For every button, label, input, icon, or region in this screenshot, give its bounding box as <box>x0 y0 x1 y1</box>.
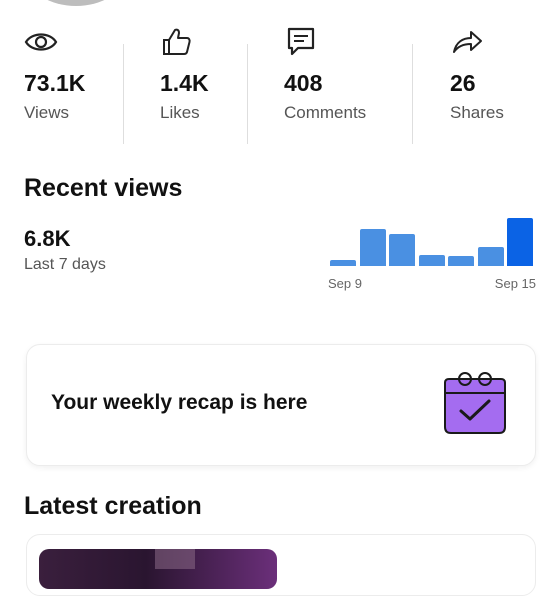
stat-label: Likes <box>160 103 200 122</box>
chart-bar <box>359 229 386 266</box>
stat-comments[interactable]: 408 Comments <box>284 20 394 126</box>
stat-value: 408 <box>284 70 323 96</box>
avatar <box>28 0 124 6</box>
stats-row: 73.1K Views 1.4K Likes 408 Comments 26 S… <box>0 20 560 144</box>
stat-label: Views <box>24 103 70 122</box>
chart-bar <box>448 256 474 266</box>
divider <box>247 44 248 144</box>
divider <box>412 44 413 144</box>
chart-bar <box>507 218 533 266</box>
stat-shares[interactable]: 26 Shares <box>450 20 530 126</box>
recent-views-title: Recent views <box>24 174 183 202</box>
stat-value: 73.1K <box>24 70 86 96</box>
stat-label: Shares <box>450 103 504 122</box>
chart-start-label: Sep 9 <box>328 276 362 291</box>
recent-views-period: Last 7 days <box>24 256 106 273</box>
stat-views[interactable]: 73.1K Views <box>24 20 114 126</box>
thumbnail-highlight <box>155 549 195 569</box>
calendar-check-icon <box>444 372 506 434</box>
stat-value: 1.4K <box>160 70 209 96</box>
chart-bar <box>477 247 504 266</box>
share-icon <box>453 31 482 53</box>
latest-creation-title: Latest creation <box>24 492 202 520</box>
chart-bar <box>418 255 445 266</box>
stat-likes[interactable]: 1.4K Likes <box>160 20 240 126</box>
recap-text: Your weekly recap is here <box>51 391 308 414</box>
latest-creation-card[interactable] <box>26 534 536 596</box>
weekly-recap-card[interactable]: Your weekly recap is here <box>26 344 536 466</box>
divider <box>123 44 124 144</box>
comment-icon <box>287 27 315 56</box>
stat-value: 26 <box>450 70 476 96</box>
recent-views-chart[interactable]: Sep 9 Sep 15 <box>322 216 544 296</box>
chart-bar <box>330 260 356 266</box>
recent-views-value: 6.8K <box>24 226 71 251</box>
stat-label: Comments <box>284 103 367 122</box>
thumbs-up-icon <box>163 28 191 55</box>
chart-end-label: Sep 15 <box>494 276 536 291</box>
chart-bar <box>389 234 415 266</box>
creation-thumbnail[interactable] <box>39 549 277 589</box>
eye-icon <box>24 33 58 51</box>
